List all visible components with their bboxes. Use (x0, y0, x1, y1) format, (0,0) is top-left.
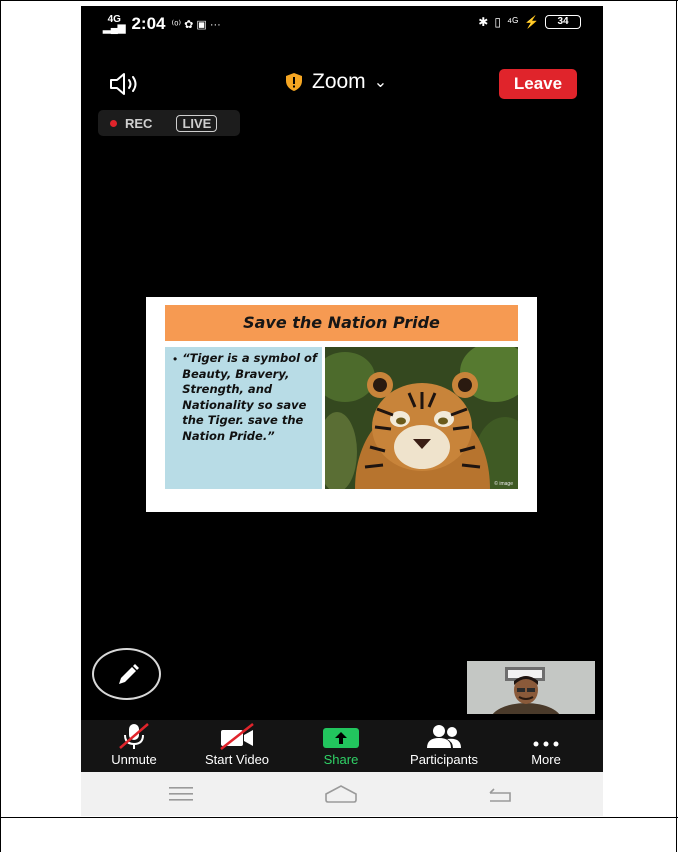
recording-badge: REC LIVE (98, 110, 240, 136)
more-label: More (531, 752, 561, 767)
share-button[interactable]: Share (307, 720, 375, 772)
status-bar: 4G ▂▄▆ 2:04 ⁽ᵒ⁾ ✿ ▣ ··· ✱ ▯ ⁴ᴳ ⚡ 34 (81, 6, 603, 40)
slide-quote: “Tiger is a symbol of Beauty, Bravery, S… (182, 351, 317, 443)
start-video-label: Start Video (204, 752, 270, 767)
unmute-label: Unmute (111, 752, 157, 767)
annotate-button[interactable] (92, 648, 161, 700)
notification-icons: ⁽ᵒ⁾ ✿ ▣ ··· (171, 18, 221, 31)
status-left: 4G ▂▄▆ 2:04 ⁽ᵒ⁾ ✿ ▣ ··· (103, 14, 221, 34)
android-nav-bar (81, 772, 603, 816)
table-border-middle (0, 817, 678, 818)
image-watermark: © image (494, 481, 513, 487)
status-right: ✱ ▯ ⁴ᴳ ⚡ 34 (478, 15, 581, 29)
meeting-top-bar: Zoom ⌄ Leave (81, 64, 603, 104)
speaker-icon[interactable] (109, 72, 145, 96)
charging-icon: ⚡ (524, 15, 539, 29)
battery-icon: 34 (545, 15, 581, 29)
video-off-icon (220, 723, 254, 750)
participants-label: Participants (410, 752, 478, 767)
unmute-button[interactable]: Unmute (99, 720, 169, 772)
meeting-title-button[interactable]: Zoom ⌄ (286, 70, 387, 94)
clock: 2:04 (131, 14, 166, 33)
share-arrow-icon (323, 728, 359, 748)
participant-video (467, 661, 595, 714)
meeting-toolbar: Unmute Start Video Share Participants Mo… (81, 720, 603, 772)
participants-button[interactable]: Participants (397, 720, 491, 772)
share-label: Share (323, 752, 359, 767)
self-video-thumbnail[interactable] (467, 661, 595, 714)
recent-apps-icon[interactable] (169, 786, 193, 802)
chevron-down-icon: ⌄ (373, 74, 388, 91)
table-border-right (676, 0, 677, 852)
home-icon[interactable] (324, 784, 358, 804)
shield-icon (286, 73, 302, 91)
table-border-top (0, 0, 678, 1)
network-4g-icon: ⁴ᴳ (506, 15, 519, 29)
pencil-icon (119, 664, 139, 684)
back-icon[interactable] (486, 785, 512, 803)
record-dot-icon (110, 119, 117, 127)
meeting-title: Zoom (312, 70, 366, 93)
more-dots-icon (533, 741, 559, 747)
leave-button[interactable]: Leave (499, 69, 577, 99)
tiger-image: © image (325, 347, 518, 489)
shared-screen-slide: Save the Nation Pride • “Tiger is a symb… (146, 297, 537, 512)
start-video-button[interactable]: Start Video (191, 720, 283, 772)
slide-title: Save the Nation Pride (165, 305, 518, 341)
slide-bullet: • (173, 352, 178, 366)
muted-mic-icon (119, 723, 149, 749)
more-button[interactable]: More (517, 720, 575, 772)
slide-text-box: • “Tiger is a symbol of Beauty, Bravery,… (165, 347, 322, 489)
bluetooth-icon: ✱ (478, 15, 489, 29)
live-badge[interactable]: LIVE (176, 114, 218, 132)
phone-screen: 4G ▂▄▆ 2:04 ⁽ᵒ⁾ ✿ ▣ ··· ✱ ▯ ⁴ᴳ ⚡ 34 Zoom… (81, 6, 603, 816)
network-type: 4G (107, 14, 121, 25)
rec-label: REC (125, 115, 153, 131)
table-border-left (0, 0, 1, 852)
vibrate-icon: ▯ (494, 15, 501, 29)
signal-icon: 4G ▂▄▆ (103, 14, 126, 34)
battery-level: 34 (557, 16, 569, 27)
participants-icon (427, 725, 461, 748)
